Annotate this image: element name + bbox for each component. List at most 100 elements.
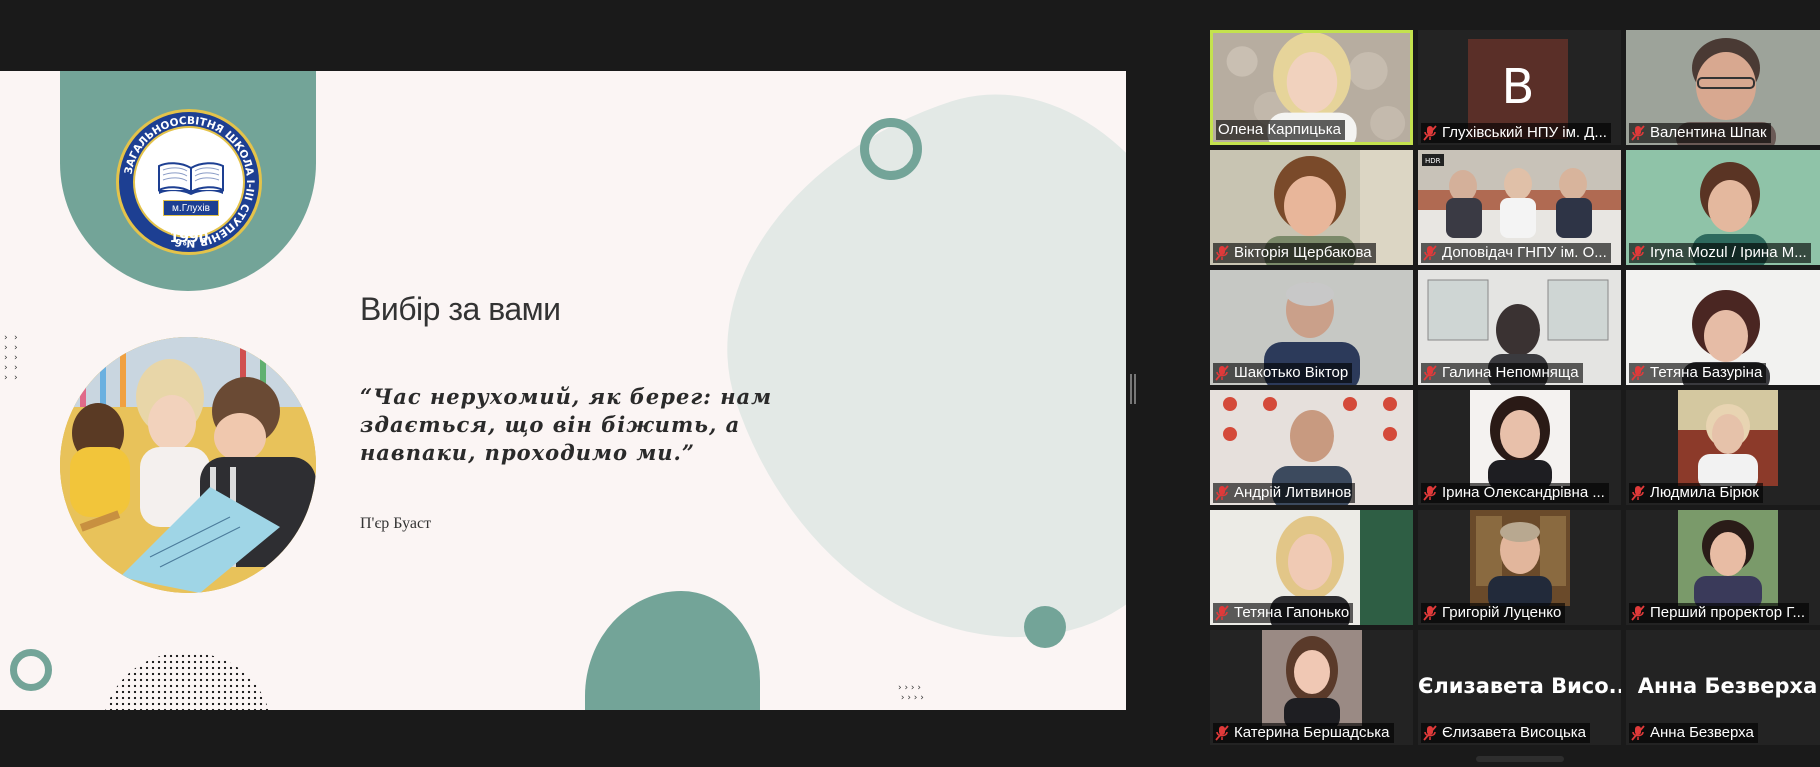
participant-name: Тетяна Гапонько — [1234, 604, 1350, 621]
participant-nameplate: Вікторія Щербакова — [1213, 243, 1376, 263]
gallery-scroll-indicator[interactable] — [1476, 756, 1564, 762]
participant-tile[interactable]: Вікторія Щербакова — [1210, 150, 1413, 265]
decorative-halftone — [102, 653, 272, 710]
participant-name: Глухівський НПУ ім. Д... — [1442, 124, 1607, 141]
participant-name: Олена Карпицька — [1218, 121, 1341, 138]
participant-nameplate: Валентина Шпак — [1629, 123, 1771, 143]
muted-mic-icon — [1631, 725, 1645, 741]
muted-mic-icon — [1215, 725, 1229, 741]
open-book-icon — [158, 162, 224, 195]
participant-tile[interactable]: Анна Безверха Анна Безверха — [1626, 630, 1820, 745]
children-drawing-image — [60, 337, 316, 593]
participant-name: Iryna Mozul / Ірина М... — [1650, 244, 1807, 261]
participant-nameplate: Людмила Бірюк — [1629, 483, 1763, 503]
participant-name: Катерина Бершадська — [1234, 724, 1390, 741]
muted-mic-icon — [1215, 605, 1229, 621]
participant-nameplate: Тетяна Базуріна — [1629, 363, 1767, 383]
participant-nameplate: Андрій Литвинов — [1213, 483, 1356, 503]
participant-tile[interactable]: Тетяна Гапонько — [1210, 510, 1413, 625]
participant-name: Перший проректор Г... — [1650, 604, 1805, 621]
participant-nameplate: Iryna Mozul / Ірина М... — [1629, 243, 1811, 263]
logo-inner-circle: м.Глухів — [133, 126, 245, 238]
participant-nameplate: Катерина Бершадська — [1213, 723, 1394, 743]
muted-mic-icon — [1631, 365, 1645, 381]
participant-tile[interactable]: Катерина Бершадська — [1210, 630, 1413, 745]
participant-nameplate: Перший проректор Г... — [1629, 603, 1809, 623]
participant-display-name: Анна Безверха — [1637, 674, 1818, 698]
school-logo: ЗАГАЛЬНООСВІТНЯ ШКОЛА I-III СТУПЕНІВ №6 … — [116, 109, 262, 255]
slide-title: Вибір за вами — [360, 291, 561, 327]
participant-name: Вікторія Щербакова — [1234, 244, 1372, 261]
participant-name: Єлизавета Висоцька — [1442, 724, 1587, 741]
panel-resize-handle[interactable] — [1130, 374, 1136, 404]
participant-photo — [1470, 510, 1570, 606]
participant-tile[interactable]: B Глухівський НПУ ім. Д... — [1418, 30, 1621, 145]
decorative-blob-bottom — [585, 591, 760, 710]
participant-name: Ірина Олександрівна ... — [1442, 484, 1605, 501]
participant-nameplate: Шакотько Віктор — [1213, 363, 1353, 383]
muted-mic-icon — [1631, 605, 1645, 621]
slide-quote-author: П'єр Буаст — [360, 515, 432, 532]
participant-name: Валентина Шпак — [1650, 124, 1767, 141]
participant-photo — [1262, 630, 1362, 726]
participant-photo — [1678, 390, 1778, 486]
decorative-ring — [860, 118, 922, 180]
decorative-chevrons: › › › › › — [4, 333, 8, 383]
participant-nameplate: Глухівський НПУ ім. Д... — [1421, 123, 1611, 143]
participant-name: Анна Безверха — [1650, 724, 1754, 741]
participant-name: Григорій Луценко — [1442, 604, 1562, 621]
participant-nameplate: Галина Непомняща — [1421, 363, 1583, 383]
muted-mic-icon — [1423, 485, 1437, 501]
participant-tile[interactable]: Перший проректор Г... — [1626, 510, 1820, 625]
participant-name: Андрій Литвинов — [1234, 484, 1352, 501]
participant-nameplate: Олена Карпицька — [1216, 120, 1345, 140]
slide-quote: “Час нерухомий, як берег: нам здається, … — [360, 384, 773, 465]
participant-tile[interactable]: Єлизавета Висо... Єлизавета Висоцька — [1418, 630, 1621, 745]
participant-nameplate: Григорій Луценко — [1421, 603, 1566, 623]
participant-tile[interactable]: Людмила Бірюк — [1626, 390, 1820, 505]
participant-name: Шакотько Віктор — [1234, 364, 1349, 381]
muted-mic-icon — [1215, 365, 1229, 381]
participant-name: Людмила Бірюк — [1650, 484, 1759, 501]
logo-city-label: м.Глухів — [163, 200, 219, 216]
participant-tile[interactable]: Iryna Mozul / Ірина М... — [1626, 150, 1820, 265]
shared-screen-slide: ЗАГАЛЬНООСВІТНЯ ШКОЛА I-III СТУПЕНІВ №6 … — [0, 71, 1126, 710]
participant-tile[interactable]: HDR Доповідач ГНПУ ім. О... — [1418, 150, 1621, 265]
muted-mic-icon — [1631, 125, 1645, 141]
participant-photo — [1678, 510, 1778, 606]
participant-name: Доповідач ГНПУ ім. О... — [1442, 244, 1607, 261]
participant-nameplate: Єлизавета Висоцька — [1421, 723, 1591, 743]
participant-display-name: Єлизавета Висо... — [1418, 674, 1621, 698]
participant-nameplate: Ірина Олександрівна ... — [1421, 483, 1609, 503]
participant-name: Галина Непомняща — [1442, 364, 1579, 381]
participant-nameplate: Анна Безверха — [1629, 723, 1758, 743]
muted-mic-icon — [1631, 245, 1645, 261]
muted-mic-icon — [1631, 485, 1645, 501]
children-photo — [60, 337, 316, 593]
participant-tile[interactable]: Григорій Луценко — [1418, 510, 1621, 625]
decorative-chevrons: › › › › › › › › — [898, 683, 924, 703]
participant-nameplate: Тетяна Гапонько — [1213, 603, 1354, 623]
participant-tile[interactable]: Андрій Литвинов — [1210, 390, 1413, 505]
muted-mic-icon — [1423, 725, 1437, 741]
svg-text:HDR: HDR — [1425, 157, 1441, 165]
logo-year: 1990 — [169, 230, 209, 246]
participant-photo — [1470, 390, 1570, 486]
participant-tile[interactable]: Ірина Олександрівна ... — [1418, 390, 1621, 505]
participant-tile[interactable]: Валентина Шпак — [1626, 30, 1820, 145]
muted-mic-icon — [1423, 365, 1437, 381]
muted-mic-icon — [1423, 605, 1437, 621]
participant-name: Тетяна Базуріна — [1650, 364, 1763, 381]
decorative-ring-small — [10, 649, 52, 691]
muted-mic-icon — [1423, 125, 1437, 141]
muted-mic-icon — [1215, 485, 1229, 501]
muted-mic-icon — [1423, 245, 1437, 261]
participant-tile[interactable]: Галина Непомняща — [1418, 270, 1621, 385]
participant-tile[interactable]: Олена Карпицька — [1210, 30, 1413, 145]
participant-tile[interactable]: Шакотько Віктор — [1210, 270, 1413, 385]
muted-mic-icon — [1215, 245, 1229, 261]
participant-nameplate: Доповідач ГНПУ ім. О... — [1421, 243, 1611, 263]
decorative-chevrons: › › › › › — [14, 333, 18, 383]
participant-tile[interactable]: Тетяна Базуріна — [1626, 270, 1820, 385]
decorative-dot — [1024, 606, 1066, 648]
